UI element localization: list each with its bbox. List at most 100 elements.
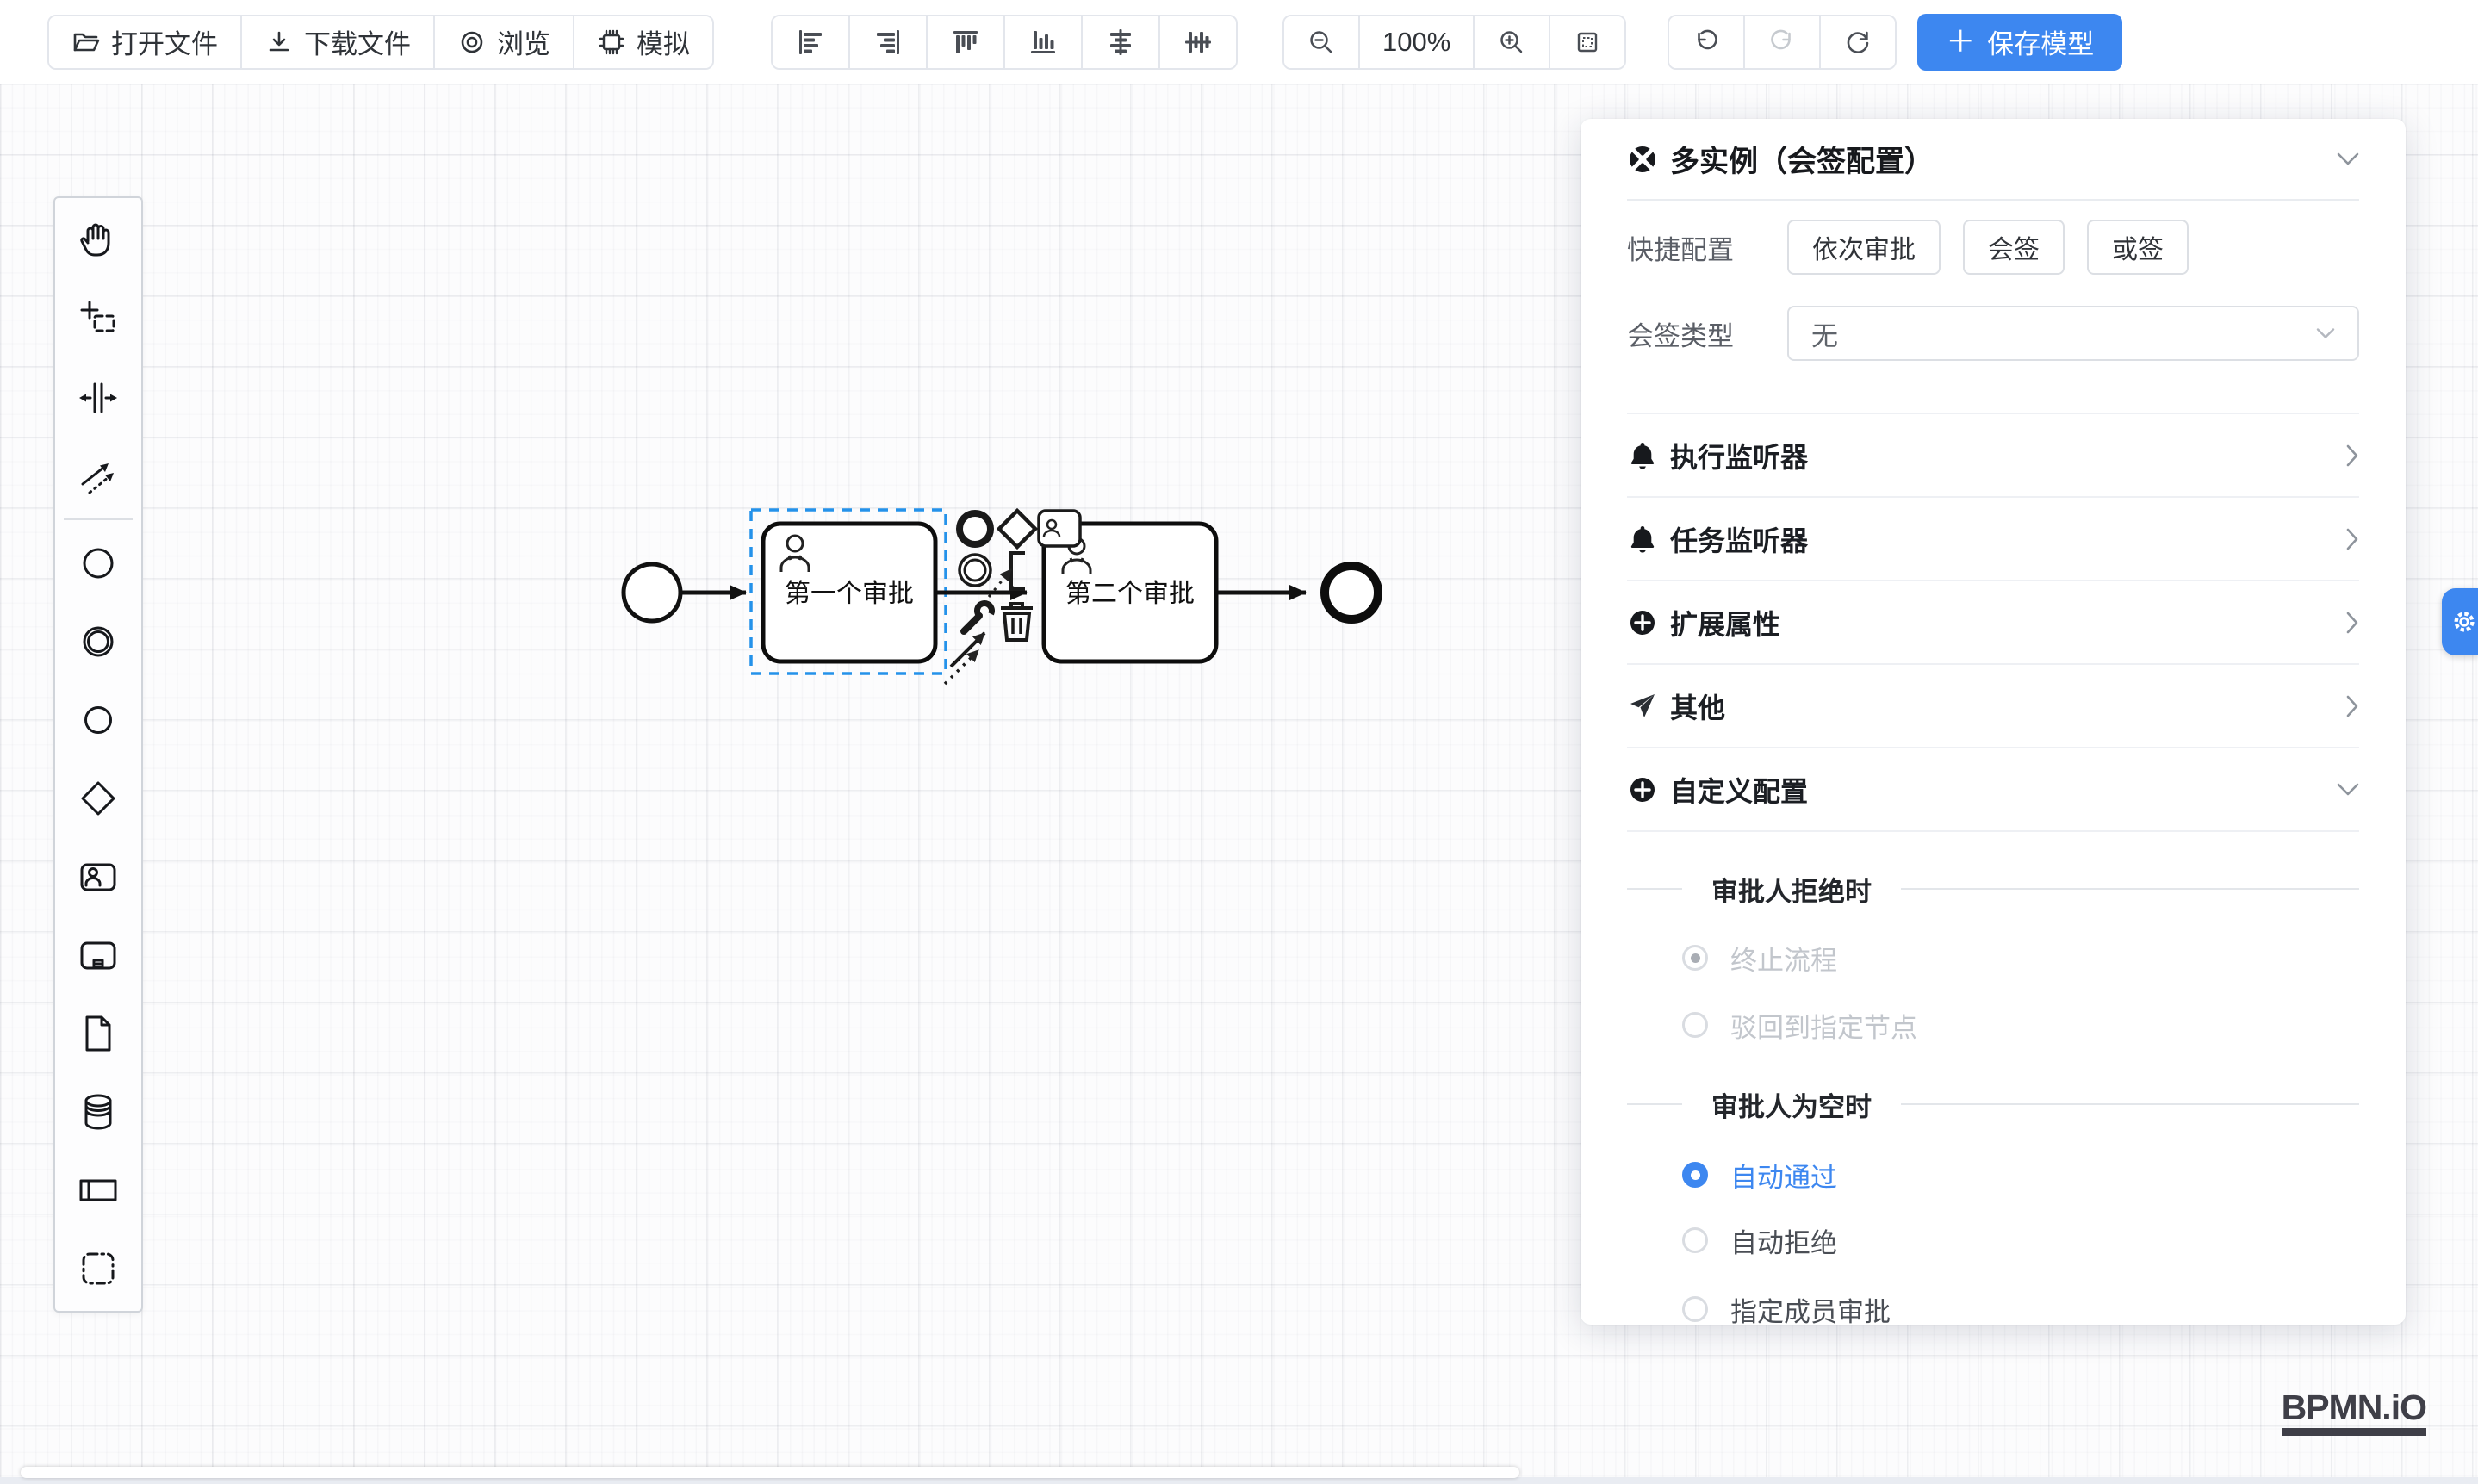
palette [53,196,143,1313]
section-extended-properties[interactable]: 扩展属性 [1627,581,2359,665]
open-file-button[interactable]: 打开文件 [49,16,240,68]
settings-tab[interactable] [2442,588,2478,655]
radio-auto-pass[interactable]: 自动通过 [1682,1158,2359,1192]
append-subprocess-icon[interactable] [1011,553,1025,589]
align-top-icon [950,27,981,58]
align-center-horizontal-button[interactable] [1081,16,1158,68]
bell-icon [1627,441,1658,470]
hand-tool[interactable] [55,202,141,280]
simulate-label: 模拟 [637,22,690,61]
create-intermediate-event[interactable] [55,602,141,680]
radio-label: 终止流程 [1730,939,1837,978]
append-intermediate-event-icon[interactable] [960,555,991,586]
global-connect-tool[interactable] [55,437,141,515]
connect-icon [78,456,119,497]
quick-option-sequential[interactable]: 依次审批 [1787,220,1941,275]
connect-tool-icon[interactable] [945,633,984,684]
section-label: 自定义配置 [1670,770,1808,810]
sign-type-select[interactable]: 无 [1787,306,2359,361]
create-group[interactable] [55,1229,141,1307]
task-label: 第二个审批 [1065,580,1195,608]
undo-button[interactable] [1669,16,1743,68]
create-gateway[interactable] [55,759,141,837]
task-first-approval[interactable]: 第一个审批 [763,524,935,661]
preview-button[interactable]: 浏览 [433,16,573,68]
append-gateway-icon[interactable] [999,511,1035,547]
section-label: 扩展属性 [1670,603,1780,643]
quick-option-orsign[interactable]: 或签 [2087,220,2189,275]
zoom-fit-button[interactable] [1549,16,1624,68]
radio-icon [1682,945,1708,971]
create-participant[interactable] [55,1151,141,1229]
plus-icon: ＋ [1946,28,1975,57]
radio-icon [1682,1162,1708,1188]
quick-config-label: 快捷配置 [1627,228,1787,267]
chevron-down-icon[interactable] [2337,152,2359,167]
panel-header[interactable]: 多实例（会签配置） [1627,119,2359,201]
align-left-button[interactable] [773,16,848,68]
file-button-group: 打开文件 下载文件 浏览 [47,15,714,70]
create-start-event[interactable] [55,524,141,602]
zoom-out-icon [1307,28,1336,57]
chip-icon [597,28,626,57]
radio-icon [1682,1296,1708,1322]
zoom-out-button[interactable] [1284,16,1358,68]
lasso-tool[interactable] [55,280,141,358]
start-event-shape[interactable] [624,564,680,621]
create-data-object[interactable] [55,994,141,1072]
gear-icon [2450,607,2478,636]
zoom-in-button[interactable] [1473,16,1549,68]
simulate-button[interactable]: 模拟 [573,16,712,68]
save-model-button[interactable]: ＋ 保存模型 [1917,14,2122,71]
trash-icon[interactable] [1001,604,1033,640]
plus-circle-icon [1627,609,1658,636]
append-end-event-icon[interactable] [960,513,991,544]
create-end-event[interactable] [55,680,141,759]
space-tool-icon [78,377,119,419]
group-icon [78,1248,119,1289]
align-middle-vertical-button[interactable] [1158,16,1236,68]
end-event-shape[interactable] [1325,566,1378,619]
radio-assign-member[interactable]: 指定成员审批 [1682,1292,2359,1325]
radio-icon [1682,1012,1708,1038]
reset-button[interactable] [1819,16,1895,68]
radio-terminate-process[interactable]: 终止流程 [1682,941,2359,975]
panel-title: 多实例（会签配置） [1670,138,2325,180]
align-right-button[interactable] [848,16,926,68]
align-top-button[interactable] [926,16,1003,68]
section-list: 执行监听器 任务监听器 扩展属性 [1627,413,2359,832]
data-store-icon [78,1091,119,1133]
open-file-label: 打开文件 [111,22,218,61]
download-file-button[interactable]: 下载文件 [240,16,433,68]
wrench-icon[interactable] [964,601,994,631]
bell-icon [1627,525,1658,554]
space-tool[interactable] [55,358,141,437]
redo-button[interactable] [1743,16,1819,68]
append-user-task-icon[interactable] [1039,511,1080,546]
radio-label: 指定成员审批 [1730,1290,1891,1326]
lasso-icon [78,299,119,340]
section-task-listener[interactable]: 任务监听器 [1627,498,2359,581]
zoom-in-icon [1497,28,1526,57]
section-custom-config[interactable]: 自定义配置 [1627,748,2359,832]
zoom-button-group: 100% [1282,15,1626,70]
create-data-store[interactable] [55,1072,141,1151]
end-event-icon [78,699,119,741]
align-bottom-button[interactable] [1003,16,1081,68]
section-label: 任务监听器 [1670,519,1808,559]
radio-auto-reject[interactable]: 自动拒绝 [1682,1223,2359,1257]
create-user-task[interactable] [55,837,141,916]
chevron-right-icon [2345,528,2359,550]
align-left-icon [795,27,826,58]
section-other[interactable]: 其他 [1627,665,2359,748]
bpmn-diagram: 第一个审批 第二个审批 [0,84,1464,773]
radio-return-to-node[interactable]: 驳回到指定节点 [1682,1008,2359,1042]
properties-panel: 多实例（会签配置） 快捷配置 依次审批 会签 或签 会签类型 无 [1581,119,2406,1325]
chevron-right-icon [2345,612,2359,634]
create-subprocess[interactable] [55,916,141,994]
quick-option-countersign[interactable]: 会签 [1963,220,2065,275]
section-execution-listener[interactable]: 执行监听器 [1627,414,2359,498]
horizontal-scrollbar[interactable] [21,1467,1519,1478]
download-icon [264,28,294,57]
radio-label: 驳回到指定节点 [1730,1006,1917,1045]
